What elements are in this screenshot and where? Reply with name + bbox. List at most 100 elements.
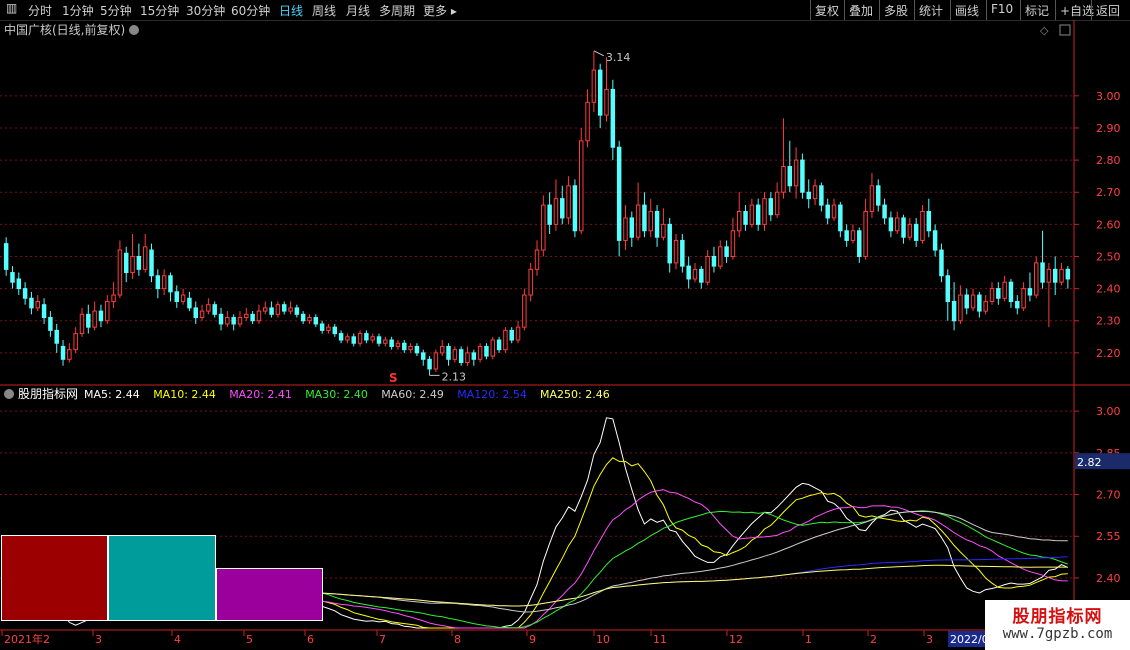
candle-up [604, 88, 609, 116]
candle-down [1065, 268, 1071, 280]
candle-down [945, 275, 951, 302]
candle-down [250, 313, 255, 322]
candle-up [199, 310, 205, 319]
candle-up [117, 249, 123, 296]
candle-down [313, 317, 319, 325]
candle-up [370, 336, 375, 341]
x-tick-label: 5 [246, 633, 253, 646]
candle-up [705, 255, 710, 283]
x-tick-label: 9 [529, 633, 536, 646]
candle-down [547, 204, 552, 225]
candle-up [958, 294, 963, 322]
x-tick-label: 2021年2 [4, 632, 50, 646]
legend-ma250: MA250: 2.46 [540, 388, 610, 401]
candle-down [996, 288, 1001, 299]
candle-up [142, 246, 148, 270]
candle-up [781, 166, 786, 193]
candle-down [446, 345, 451, 360]
candle-down [414, 345, 420, 354]
candle-up [263, 307, 268, 312]
candle-up [635, 204, 641, 238]
candle-down [3, 243, 9, 270]
candle-up [256, 310, 262, 322]
signal-box-teal [108, 535, 216, 621]
x-tick-label: 3 [95, 633, 102, 646]
candle-up [307, 317, 312, 322]
x-tick-label-cursor: 2022/0 [950, 633, 989, 646]
indicator-menu-icon [4, 389, 14, 399]
legend-ma60: MA60: 2.49 [381, 388, 444, 401]
candle-down [458, 349, 464, 364]
candle-down [642, 204, 647, 232]
candle-down [496, 339, 502, 351]
candle-down [932, 230, 938, 251]
x-tick-label: 11 [653, 633, 667, 646]
x-tick-label: 8 [454, 633, 461, 646]
candle-down [294, 307, 300, 315]
candle-down [389, 339, 394, 347]
candle-up [161, 275, 167, 290]
candle-down [300, 313, 306, 322]
x-tick-label: 6 [307, 633, 314, 646]
ma-line-ma250 [258, 564, 1068, 607]
legend-ma20: MA20: 2.41 [229, 388, 292, 401]
candle-up [793, 159, 799, 187]
candle-up [1002, 281, 1007, 299]
candle-down [616, 146, 622, 241]
watermark-cn: 股朋指标网 [1012, 607, 1103, 627]
candle-down [857, 230, 862, 257]
candle-up [648, 211, 653, 232]
candle-down [471, 352, 477, 360]
ind-tick-label: 2.70 [1096, 489, 1121, 502]
candle-down [484, 345, 489, 357]
candle-down [168, 275, 173, 293]
low-label: 2.13 [442, 370, 467, 383]
candle-up [541, 204, 546, 251]
candle-down [351, 336, 356, 344]
candle-down [951, 300, 957, 322]
legend-ma10: MA10: 2.44 [153, 388, 216, 401]
candle-down [755, 204, 761, 225]
candle-up [515, 326, 521, 341]
main-title: 中国广核(日线,前复权) [4, 22, 125, 37]
candle-up [673, 239, 679, 264]
candle-up [326, 326, 331, 331]
candle-up [736, 211, 742, 232]
main-tick-label: 2.50 [1096, 250, 1121, 263]
watermark-url: www.7gpzb.com [1002, 626, 1113, 642]
candle-up [275, 304, 281, 315]
x-tick-label: 4 [174, 633, 181, 646]
candle-down [888, 217, 894, 232]
candle-up [989, 288, 995, 302]
x-tick-label: 1 [805, 633, 812, 646]
candle-down [509, 329, 514, 341]
candle-down [41, 304, 47, 319]
legend-ma5: MA5: 2.44 [84, 388, 140, 401]
ind-tick-label: 2.55 [1096, 530, 1121, 543]
candle-down [136, 255, 142, 270]
ind-tick-label: 2.40 [1096, 572, 1121, 585]
candle-up [907, 223, 913, 238]
candle-down [1015, 300, 1020, 309]
candle-down [10, 272, 15, 283]
candle-down [680, 239, 685, 267]
candle-down [29, 297, 34, 309]
ind-tick-label: 3.00 [1096, 405, 1121, 418]
high-label: 3.14 [606, 51, 631, 64]
main-menu-icon [129, 25, 139, 35]
candle-up [970, 294, 976, 309]
candle-up [67, 349, 72, 360]
candle-up [850, 230, 856, 241]
candle-down [364, 333, 369, 341]
candle-down [187, 297, 192, 309]
candle-down [281, 304, 287, 312]
candle-up [35, 300, 40, 309]
candle-up [585, 101, 590, 142]
candle-down [667, 223, 672, 264]
candle-up [863, 211, 868, 257]
main-tick-label: 2.70 [1096, 186, 1121, 199]
candle-up [730, 230, 736, 257]
candle-down [926, 211, 932, 232]
candle-down [16, 278, 22, 290]
candle-down [174, 291, 180, 302]
